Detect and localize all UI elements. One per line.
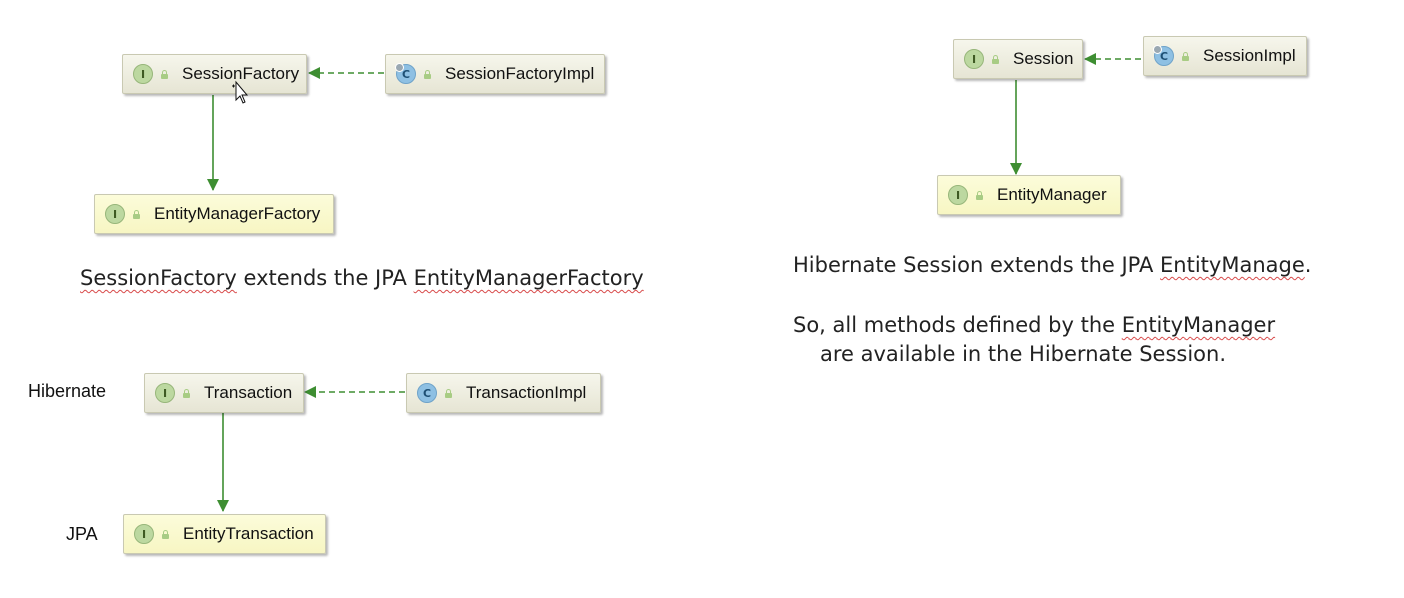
node-entitymanager[interactable]: I EntityManager [937, 175, 1121, 215]
class-icon: C [395, 63, 416, 84]
caption-text: Hibernate Session extends the JPA [793, 253, 1161, 277]
node-session[interactable]: I Session [953, 39, 1083, 79]
caption-text: So, all methods defined by the [793, 313, 1122, 337]
node-sessionimpl[interactable]: C SessionImpl [1143, 36, 1307, 76]
interface-icon: I [964, 49, 984, 69]
caption-word: EntityManage [1160, 253, 1305, 277]
interface-icon: I [105, 204, 125, 224]
node-label: SessionImpl [1203, 46, 1296, 65]
node-label: Session [1013, 49, 1074, 68]
node-transactionimpl[interactable]: C TransactionImpl [406, 373, 601, 413]
caption-methods-line1: So, all methods defined by the EntityMan… [793, 313, 1275, 337]
node-label: EntityManagerFactory [154, 204, 321, 223]
public-lock-icon [423, 69, 432, 79]
node-sessionfactory[interactable]: I SessionFactory [122, 54, 307, 94]
public-lock-icon [161, 529, 170, 539]
node-label: TransactionImpl [466, 383, 587, 402]
node-label: EntityManager [997, 185, 1107, 204]
public-lock-icon [1181, 51, 1190, 61]
interface-icon: I [948, 185, 968, 205]
node-transaction[interactable]: I Transaction [144, 373, 304, 413]
public-lock-icon [444, 388, 453, 398]
label-hibernate: Hibernate [28, 381, 107, 401]
caption-word: EntityManagerFactory [413, 266, 644, 290]
caption-word: SessionFactory [80, 266, 237, 290]
public-lock-icon [182, 388, 191, 398]
caption-text: . [1304, 253, 1312, 277]
class-icon: C [417, 383, 437, 403]
public-lock-icon [132, 209, 141, 219]
caption-word: EntityManager [1121, 313, 1276, 337]
node-sessionfactoryimpl[interactable]: C SessionFactoryImpl [385, 54, 605, 94]
caption-session-extends: Hibernate Session extends the JPA Entity… [793, 253, 1311, 277]
interface-icon: I [134, 524, 154, 544]
label-jpa: JPA [66, 524, 98, 544]
public-lock-icon [975, 190, 984, 200]
interface-icon: I [133, 64, 153, 84]
class-icon: C [1153, 45, 1174, 66]
mouse-cursor-icon [232, 80, 249, 104]
public-lock-icon [160, 69, 169, 79]
caption-methods-line2: are available in the Hibernate Session. [820, 342, 1227, 366]
node-label: Transaction [204, 383, 293, 402]
node-entitymanagerfactory[interactable]: I EntityManagerFactory [94, 194, 334, 234]
interface-icon: I [155, 383, 175, 403]
node-entitytransaction[interactable]: I EntityTransaction [123, 514, 326, 554]
caption-text: extends the JPA [236, 266, 414, 290]
node-label: SessionFactoryImpl [445, 64, 595, 83]
node-label: EntityTransaction [183, 524, 314, 543]
caption-sessionfactory-extends: SessionFactory extends the JPA EntityMan… [80, 266, 644, 290]
public-lock-icon [991, 54, 1000, 64]
